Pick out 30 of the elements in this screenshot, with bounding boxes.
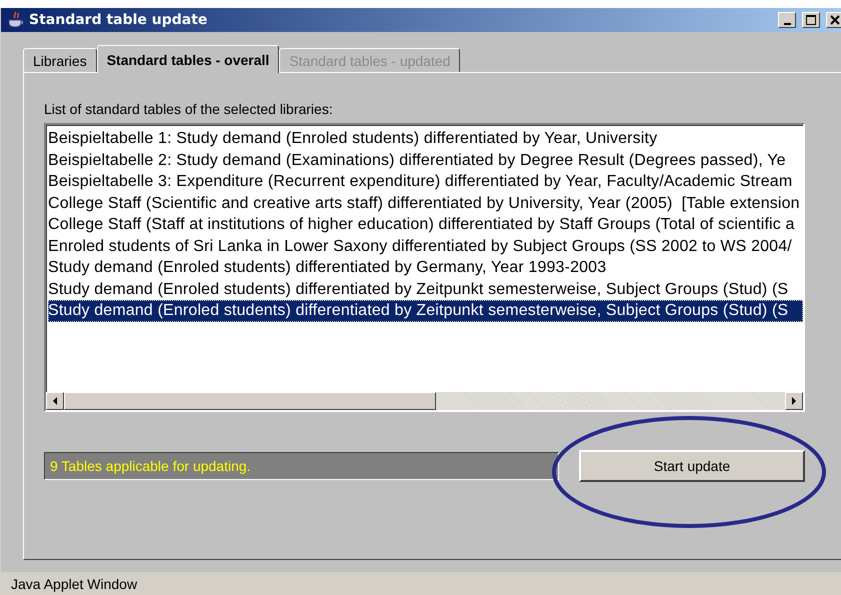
list-item[interactable]: Beispieltabelle 2: Study demand (Examinations) differentiated by Degree Result (Degrees passed), Ye — [48, 150, 788, 171]
left-arrow-icon — [52, 397, 58, 405]
status-message: 9 Tables applicable for updating. — [44, 452, 559, 480]
close-button[interactable] — [826, 12, 841, 28]
list-label: List of standard tables of the selected libraries: — [44, 101, 334, 117]
coffee-cup-icon — [7, 11, 25, 29]
scroll-left-button[interactable] — [46, 392, 64, 410]
scrollbar-thumb[interactable] — [64, 392, 436, 410]
list-item[interactable]: College Staff (Staff at institutions of higher education) differentiated by Staff Groups (Total of scientific a — [48, 214, 797, 236]
list-item[interactable]: Study demand (Enroled students) differentiated by Germany, Year 1993-2003 — [48, 257, 608, 278]
minimize-icon — [784, 22, 790, 24]
list-item[interactable]: Beispieltabelle 3: Expenditure (Recurrent expenditure) differentiated by Year, Faculty/Academic Stream — [48, 171, 794, 192]
list-item[interactable]: Beispieltabelle 1: Study demand (Enroled students) differentiated by Year, University — [48, 128, 660, 150]
right-arrow-icon — [791, 397, 797, 405]
horizontal-scrollbar[interactable] — [46, 392, 803, 410]
tab[interactable]: Standard tables - overall — [96, 45, 280, 73]
list-item[interactable]: Study demand (Enroled students) differentiated by Zeitpunkt semesterweise, Subject Groups (Stud) (S — [48, 278, 790, 300]
status-bar: Java Applet Window — [1, 572, 841, 595]
minimize-button[interactable] — [778, 12, 796, 28]
list-item[interactable]: Study demand (Enroled students) differentiated by Zeitpunkt semesterweise, Subject Groups (Stud) (S — [48, 300, 803, 322]
list-item[interactable]: College Staff (Scientific and creative arts staff) differentiated by University, Year (2005) [Table extension — [48, 192, 802, 214]
close-icon — [830, 15, 840, 25]
start-update-button[interactable]: Start update — [579, 450, 805, 482]
table-list[interactable] — [44, 123, 805, 412]
list-item[interactable]: Enroled students of Sri Lanka in Lower Saxony differentiated by Subject Groups (SS 2002 to WS 2004/ — [48, 236, 794, 257]
window-title: Standard table update — [29, 12, 208, 28]
scroll-right-button[interactable] — [785, 392, 803, 410]
tab[interactable]: Libraries — [23, 48, 97, 72]
maximize-button[interactable] — [802, 12, 820, 28]
maximize-icon — [806, 15, 816, 25]
